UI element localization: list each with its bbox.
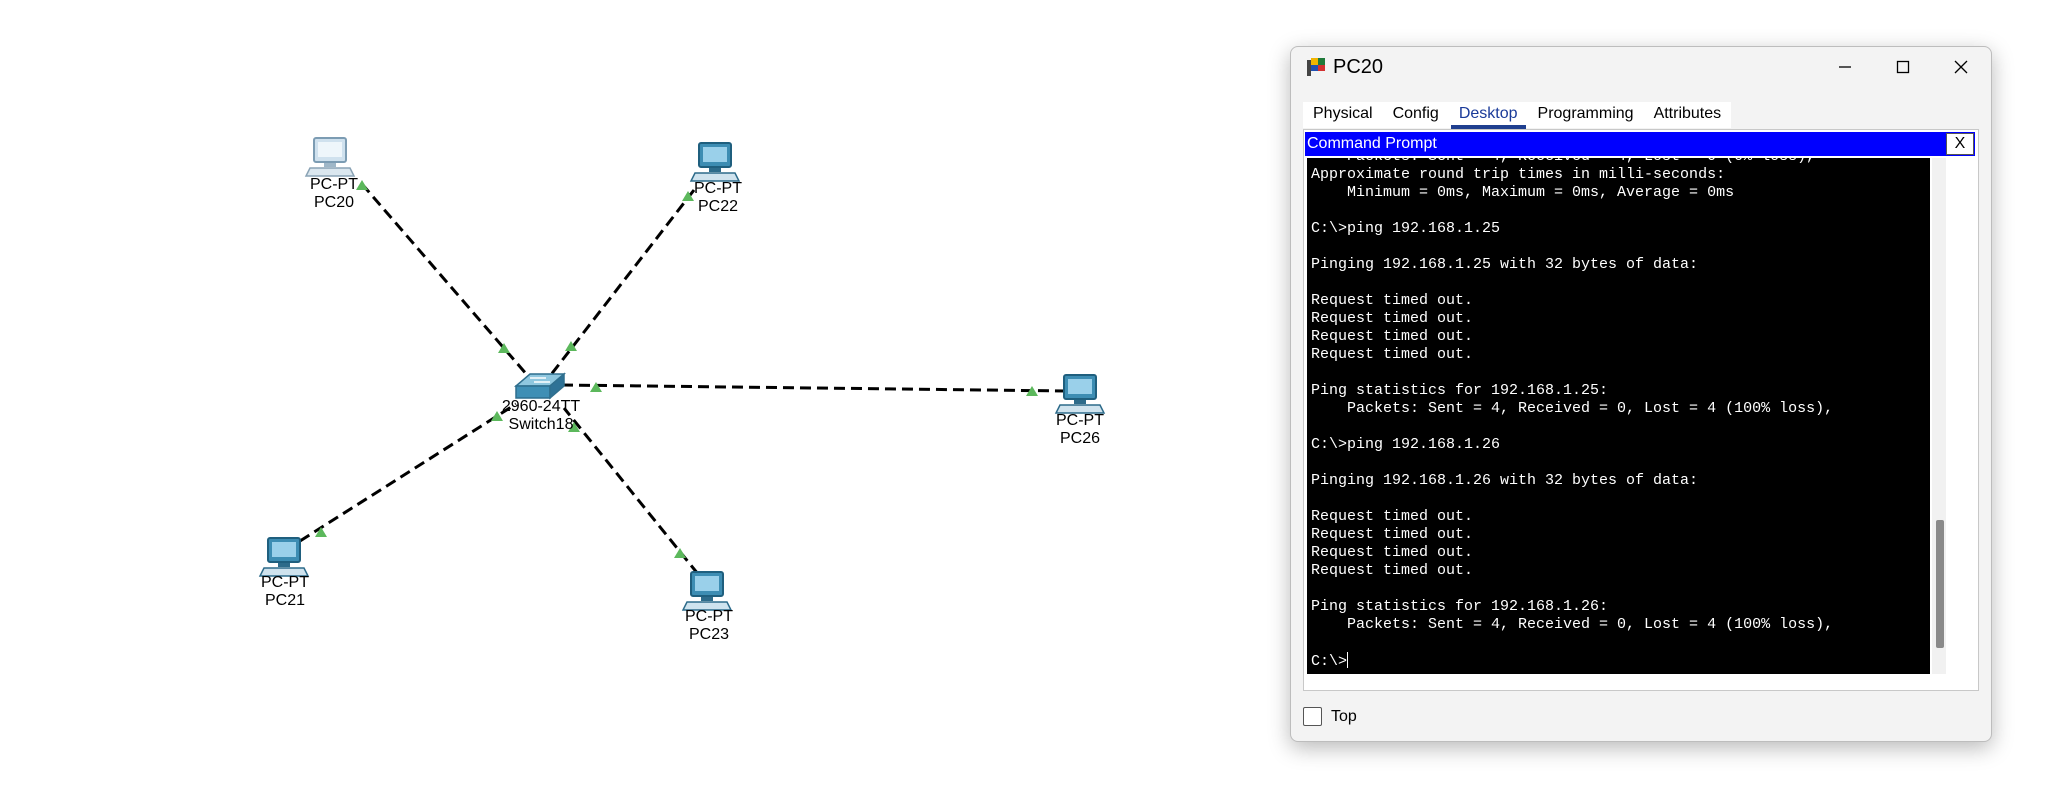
link-switch18-pc26[interactable] bbox=[561, 383, 1069, 393]
device-model: PC-PT bbox=[685, 608, 733, 625]
terminal-line: Request timed out. bbox=[1311, 310, 1474, 327]
link-status-up-icon bbox=[590, 382, 602, 392]
command-prompt-close-button[interactable]: X bbox=[1946, 133, 1974, 155]
terminal-line: C:\>ping 192.168.1.25 bbox=[1311, 220, 1501, 237]
tab-attributes[interactable]: Attributes bbox=[1643, 102, 1732, 128]
desktop-pane: Command Prompt X Packets: Sent = 4, Rece… bbox=[1303, 129, 1979, 691]
terminal-line: C:\>ping 192.168.1.26 bbox=[1311, 436, 1501, 453]
terminal-line: Request timed out. bbox=[1311, 526, 1474, 543]
device-name: PC26 bbox=[1059, 430, 1101, 447]
pc-icon[interactable] bbox=[681, 571, 733, 611]
packet-tracer-app-icon bbox=[1307, 58, 1325, 76]
tab-physical[interactable]: Physical bbox=[1303, 102, 1383, 128]
terminal-line: Request timed out. bbox=[1311, 544, 1474, 561]
device-label-pc20: PC-PT PC20 bbox=[310, 176, 358, 212]
device-label-switch18: 2960-24TT Switch18 bbox=[502, 398, 580, 434]
terminal-line: Pinging 192.168.1.26 with 32 bytes of da… bbox=[1311, 472, 1699, 489]
link-pc21-switch18[interactable] bbox=[299, 402, 517, 543]
maximize-icon bbox=[1896, 60, 1910, 74]
device-label-pc22: PC-PT PC22 bbox=[694, 180, 742, 216]
terminal-line: Request timed out. bbox=[1311, 346, 1474, 363]
top-toggle[interactable]: Top bbox=[1303, 707, 1357, 726]
tab-programming[interactable]: Programming bbox=[1527, 102, 1644, 128]
terminal-line: Minimum = 0ms, Maximum = 0ms, Average = … bbox=[1347, 184, 1735, 201]
top-label: Top bbox=[1331, 707, 1357, 725]
text-cursor bbox=[1347, 652, 1349, 668]
pc-config-window: PC20 Physical Config Desktop Programming… bbox=[1290, 46, 1992, 742]
device-model: PC-PT bbox=[694, 180, 742, 197]
terminal-line: Pinging 192.168.1.25 with 32 bytes of da… bbox=[1311, 256, 1699, 273]
topology-canvas[interactable]: PC-PT PC20 PC-PT PC22 2960-24TT Switch18… bbox=[0, 0, 1240, 808]
terminal-output[interactable]: Packets: Sent = 4, Received = 4, Lost = … bbox=[1307, 158, 1930, 674]
link-pc23-switch18[interactable] bbox=[562, 407, 700, 575]
minimize-icon bbox=[1839, 66, 1851, 68]
terminal-text: Packets: Sent = 4, Received = 4, Lost = … bbox=[1311, 158, 1833, 671]
device-label-pc21: PC-PT PC21 bbox=[261, 574, 309, 610]
pc-icon[interactable] bbox=[304, 137, 356, 177]
device-name: Switch18 bbox=[508, 416, 574, 433]
switch-icon[interactable] bbox=[513, 372, 567, 400]
tab-config[interactable]: Config bbox=[1382, 102, 1449, 128]
top-checkbox[interactable] bbox=[1303, 707, 1322, 726]
title-bar[interactable]: PC20 bbox=[1291, 47, 1991, 87]
terminal-line: Packets: Sent = 4, Received = 0, Lost = … bbox=[1347, 616, 1834, 633]
terminal-line: Request timed out. bbox=[1311, 562, 1474, 579]
link-status-up-icon bbox=[674, 548, 686, 558]
command-prompt-header: Command Prompt X bbox=[1305, 132, 1975, 156]
pc-icon[interactable] bbox=[689, 142, 741, 182]
maximize-button[interactable] bbox=[1874, 47, 1932, 87]
device-name: PC20 bbox=[313, 194, 355, 211]
window-title: PC20 bbox=[1333, 56, 1384, 78]
minimize-button[interactable] bbox=[1816, 47, 1874, 87]
command-prompt-title: Command Prompt bbox=[1307, 135, 1437, 152]
terminal-line: Ping statistics for 192.168.1.25: bbox=[1311, 382, 1609, 399]
device-name: PC22 bbox=[697, 198, 739, 215]
device-label-pc23: PC-PT PC23 bbox=[685, 608, 733, 644]
device-model: PC-PT bbox=[310, 176, 358, 193]
close-button[interactable] bbox=[1932, 47, 1990, 87]
close-icon bbox=[1954, 60, 1968, 74]
terminal-scrollbar[interactable] bbox=[1932, 158, 1946, 674]
device-model: PC-PT bbox=[261, 574, 309, 591]
tab-desktop[interactable]: Desktop bbox=[1448, 102, 1528, 129]
scrollbar-thumb[interactable] bbox=[1936, 520, 1944, 648]
links-layer bbox=[258, 137, 1106, 611]
terminal-line: Approximate round trip times in milli-se… bbox=[1311, 166, 1726, 183]
terminal-prompt: C:\> bbox=[1311, 653, 1348, 670]
terminal-line: Request timed out. bbox=[1311, 292, 1474, 309]
tab-bar: Physical Config Desktop Programming Attr… bbox=[1303, 102, 1732, 129]
pc-icon[interactable] bbox=[1054, 374, 1106, 414]
device-label-pc26: PC-PT PC26 bbox=[1056, 412, 1104, 448]
device-name: PC21 bbox=[264, 592, 306, 609]
device-model: PC-PT bbox=[1056, 412, 1104, 429]
terminal-line: Request timed out. bbox=[1311, 508, 1474, 525]
terminal-line: Packets: Sent = 4, Received = 0, Lost = … bbox=[1347, 400, 1834, 417]
device-name: PC23 bbox=[688, 626, 730, 643]
pc-icon[interactable] bbox=[258, 537, 310, 577]
device-model: 2960-24TT bbox=[501, 398, 581, 415]
terminal-line: Request timed out. bbox=[1311, 328, 1474, 345]
terminal-line: Ping statistics for 192.168.1.26: bbox=[1311, 598, 1609, 615]
terminal-line: Packets: Sent = 4, Received = 4, Lost = … bbox=[1311, 158, 1815, 165]
